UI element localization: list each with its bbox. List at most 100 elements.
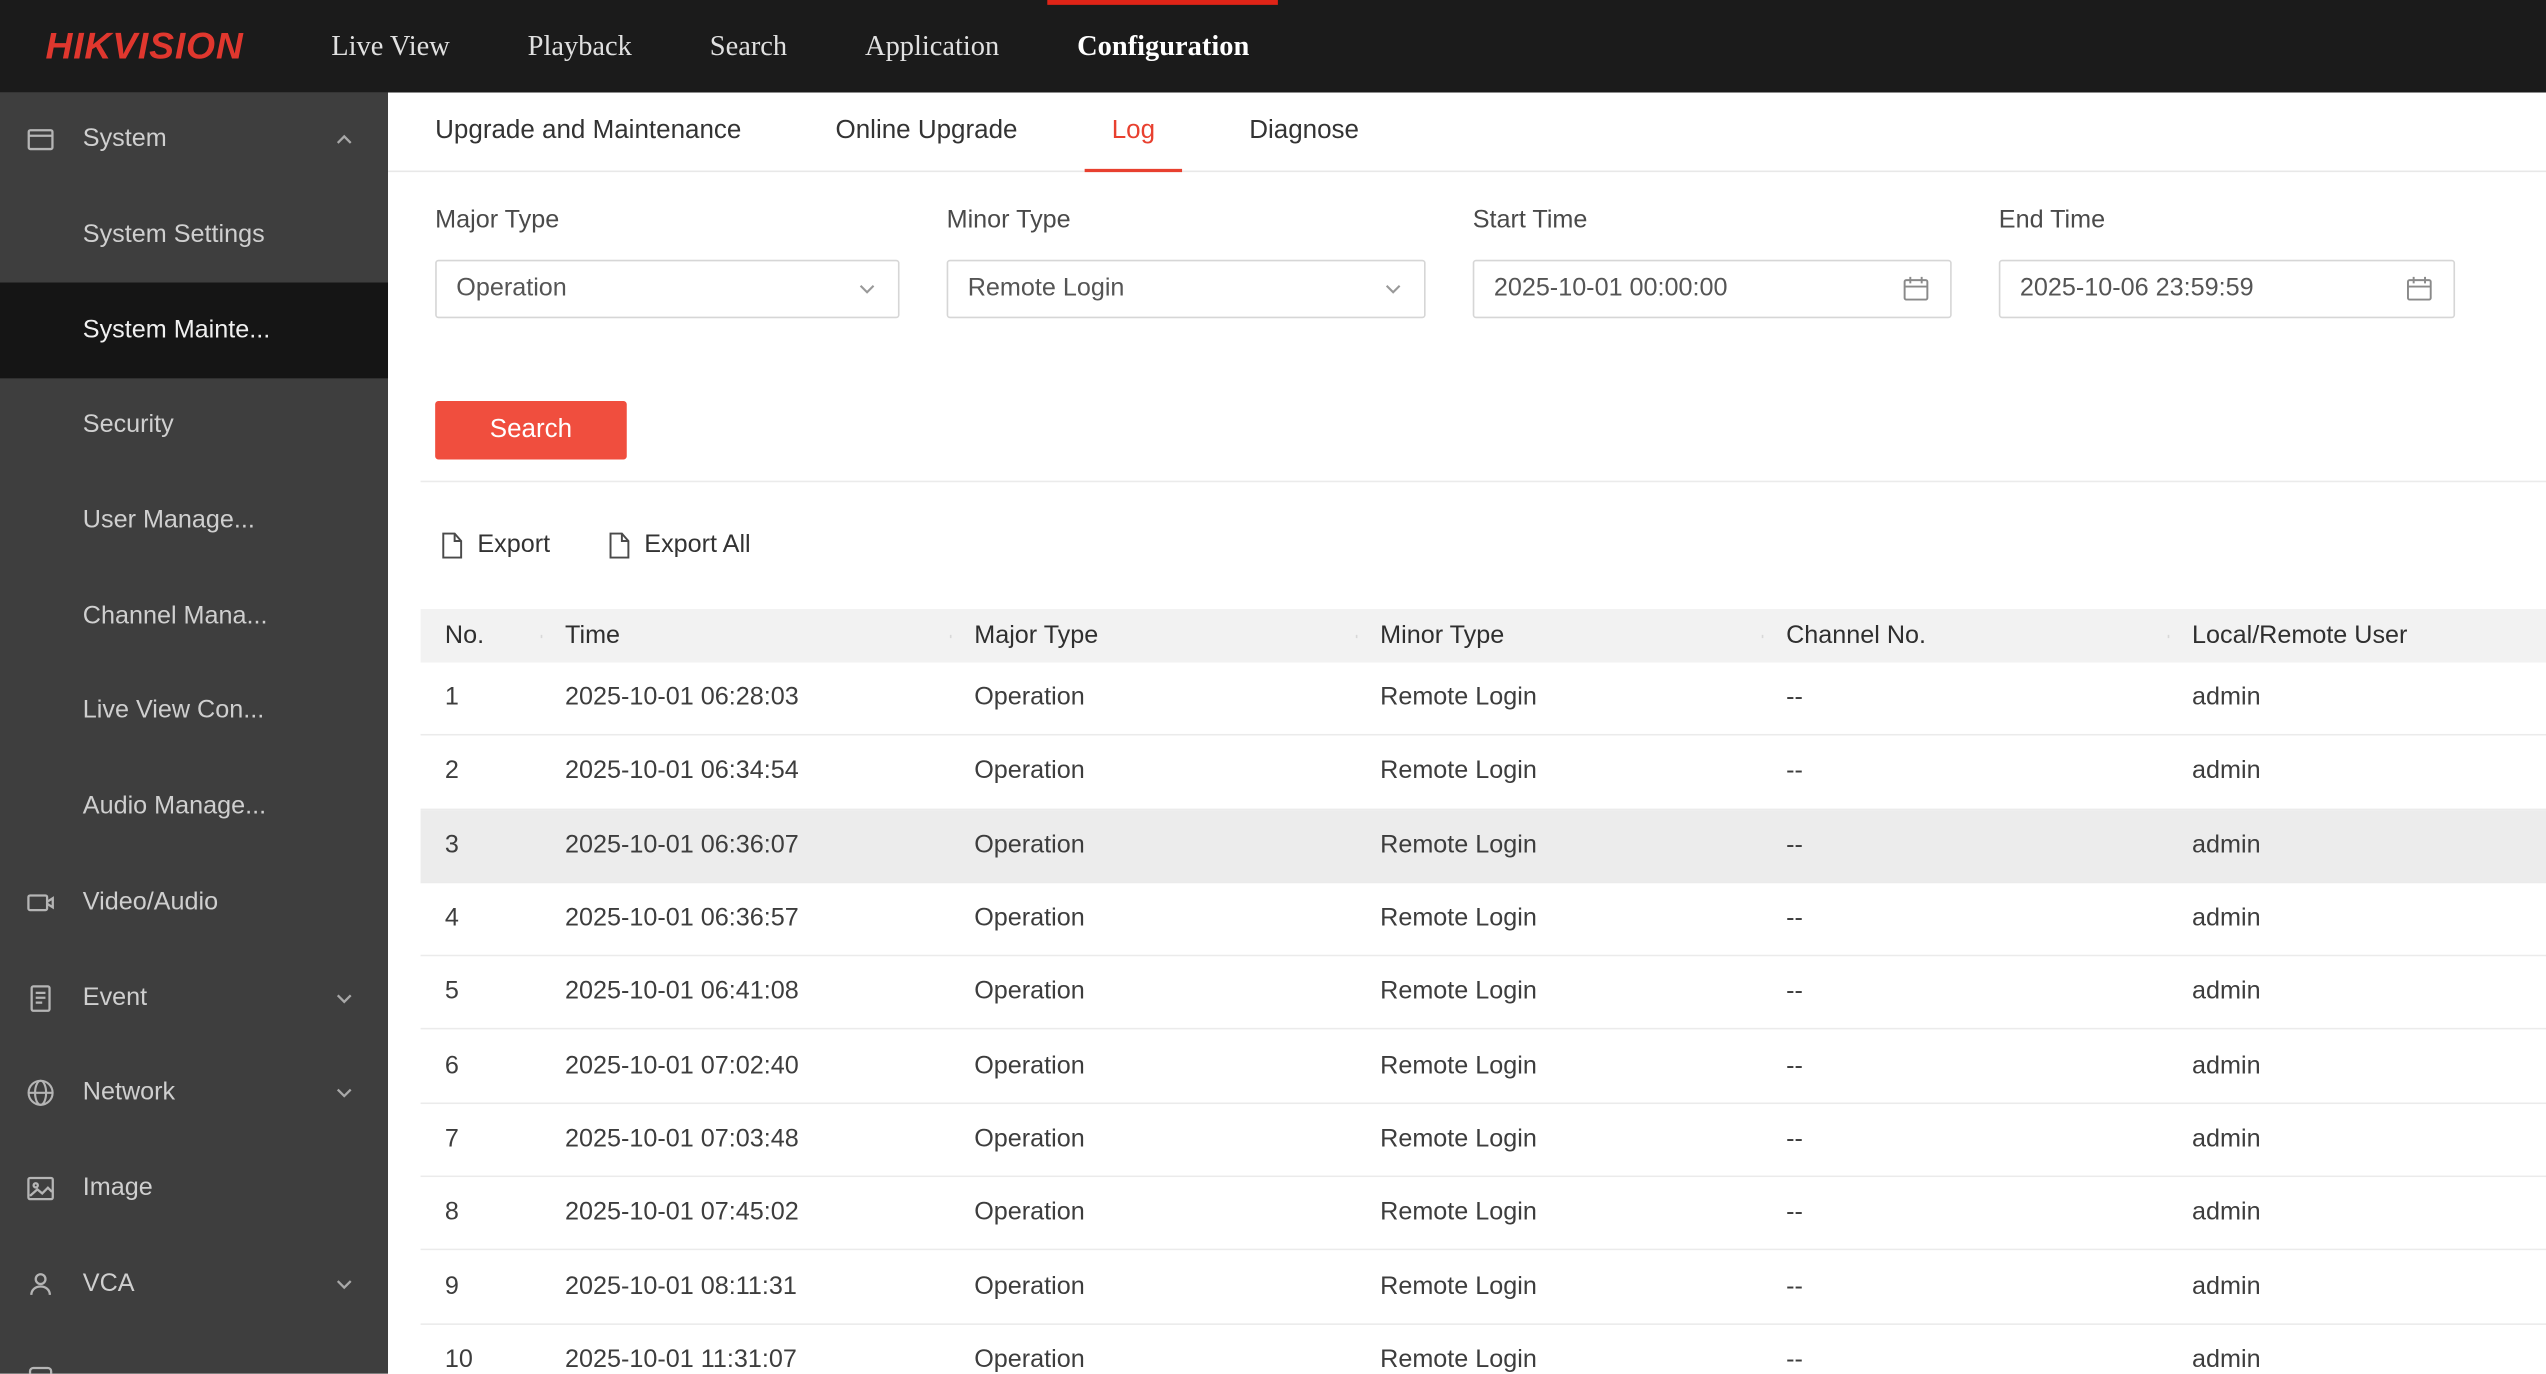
cell: Operation (974, 1198, 1085, 1227)
cell: 2025-10-01 06:28:03 (565, 683, 799, 712)
column-header-no: No. (444, 621, 485, 649)
table-row-1[interactable]: 1 2025-10-01 06:28:03 Operation Remote Logi… (420, 662, 2546, 737)
sidebar-item-label: Network (82, 1078, 176, 1107)
chevron-down-icon (856, 278, 879, 301)
tab-online-upgrade[interactable]: Online Upgrade (808, 93, 1045, 171)
export-all-button[interactable]: Export All (605, 531, 751, 560)
cell: 2025-10-01 06:36:07 (565, 830, 799, 859)
cell: Operation (974, 1272, 1085, 1300)
tab-upgrade-and-maintenance[interactable]: Upgrade and Maintenance (408, 93, 769, 171)
cell: 2025-10-01 07:02:40 (565, 1051, 799, 1080)
start-time-input[interactable]: 2025-10-01 00:00:00 (1472, 259, 1952, 319)
chevron-down-icon (333, 1082, 356, 1105)
cell: Operation (974, 683, 1085, 712)
table-row-2[interactable]: 2 2025-10-01 06:34:54 Operation Remote Logi… (420, 736, 2546, 810)
cell: -- (1786, 904, 1803, 933)
export-row: Export Export All (438, 526, 805, 565)
table-row-9[interactable]: 9 2025-10-01 08:11:31 Operation Remote Logi… (420, 1250, 2546, 1325)
table-row-5[interactable]: 5 2025-10-01 06:41:08 Operation Remote Logi… (420, 956, 2546, 1031)
sidebar-item-label: Event (82, 983, 148, 1011)
sidebar-item-cutoff[interactable] (0, 1331, 388, 1374)
chevron-down-icon (1382, 278, 1405, 301)
topnav-item-application[interactable]: Application (826, 0, 1038, 93)
sidebar-item-label: Video/Audio (82, 887, 219, 916)
search-button[interactable]: Search (435, 401, 627, 460)
major-type-select[interactable]: Operation (435, 259, 900, 319)
cell: -- (1786, 1198, 1803, 1227)
end-time-label: End Time (1998, 206, 2106, 234)
cell: 5 (444, 978, 459, 1006)
sidebar-item-label: Channel Mana... (82, 602, 268, 630)
sidebar-item-label: Live View Con... (82, 697, 265, 725)
cell: Operation (974, 1345, 1085, 1374)
sidebar-item-video-audio[interactable]: Video/Audio (0, 855, 388, 950)
topnav-item-search[interactable]: Search (671, 0, 826, 93)
sidebar-item-event[interactable]: Event (0, 950, 388, 1045)
sidebar-item-system-mainte[interactable]: System Mainte... (0, 283, 389, 379)
sidebar-item-security[interactable]: Security (0, 378, 388, 473)
sidebar-item-audio-manage[interactable]: Audio Manage... (0, 760, 388, 855)
end-time-input[interactable]: 2025-10-06 23:59:59 (1998, 259, 2456, 319)
topnav-item-configuration[interactable]: Configuration (1038, 0, 1288, 93)
table-row-8[interactable]: 8 2025-10-01 07:45:02 Operation Remote Logi… (420, 1177, 2546, 1251)
major-type-label: Major Type (435, 206, 560, 234)
cell: 2025-10-01 08:11:31 (565, 1272, 797, 1300)
cell: -- (1786, 1051, 1803, 1080)
cell: admin (2192, 1051, 2261, 1080)
cell: admin (2192, 830, 2261, 859)
sidebar-item-user-manage[interactable]: User Manage... (0, 474, 388, 569)
filters: Major Type Operation Minor Type Remote L… (435, 206, 2456, 319)
sidebar-item-system[interactable]: System (0, 93, 388, 188)
sidebar-item-label: System (82, 125, 167, 154)
cell: 10 (444, 1345, 473, 1374)
cell: Remote Login (1380, 1345, 1537, 1374)
table-row-4[interactable]: 4 2025-10-01 06:36:57 Operation Remote Logi… (420, 883, 2546, 957)
topnav: Live View Playback Search Application Config… (292, 0, 1288, 93)
table-row-7[interactable]: 7 2025-10-01 07:03:48 Operation Remote Logi… (420, 1103, 2546, 1178)
column-header-time: Time (540, 621, 950, 650)
tab-log[interactable]: Log (1084, 93, 1183, 173)
cell: 2025-10-01 06:36:57 (565, 904, 799, 933)
topnav-item-live-view[interactable]: Live View (292, 0, 488, 93)
sidebar-item-channel-mana[interactable]: Channel Mana... (0, 569, 388, 664)
video-audio-icon (24, 886, 56, 918)
sidebar-item-label: Image (82, 1173, 153, 1202)
table-row-6[interactable]: 6 2025-10-01 07:02:40 Operation Remote Logi… (420, 1030, 2546, 1104)
calendar-icon (1901, 274, 1930, 303)
cell: Remote Login (1380, 904, 1537, 933)
export-button[interactable]: Export (438, 531, 550, 560)
cell: 3 (444, 830, 459, 859)
chevron-down-icon (333, 986, 356, 1009)
column-header-local-remote-user: Local/Remote User (2167, 621, 2546, 650)
sidebar-item-network[interactable]: Network (0, 1045, 388, 1140)
cell: 1 (444, 683, 459, 712)
minor-type-select[interactable]: Remote Login (946, 259, 1426, 319)
sidebar-item-label: VCA (82, 1269, 135, 1297)
chevron-up-icon (333, 129, 356, 152)
end-time-filter: End Time 2025-10-06 23:59:59 (1998, 206, 2456, 319)
cell: Operation (974, 978, 1085, 1006)
cell: 2025-10-01 07:45:02 (565, 1198, 799, 1227)
column-header-major-type: Major Type (949, 621, 1356, 650)
network-icon (24, 1077, 56, 1109)
cell: 4 (444, 904, 459, 933)
cell: admin (2192, 683, 2261, 712)
sidebar-item-vca[interactable]: VCA (0, 1236, 388, 1331)
system-icon (24, 124, 56, 156)
cell: Operation (974, 1125, 1085, 1153)
table-row-10[interactable]: 10 2025-10-01 11:31:07 Operation Remote Log… (420, 1324, 2546, 1374)
cell: admin (2192, 904, 2261, 933)
cell: Operation (974, 757, 1085, 785)
start-time-filter: Start Time 2025-10-01 00:00:00 (1472, 206, 1952, 319)
table-row-3[interactable]: 3 2025-10-01 06:36:07 Operation Remote Logi… (420, 809, 2546, 884)
topnav-item-playback[interactable]: Playback (489, 0, 671, 93)
sidebar-item-image[interactable]: Image (0, 1141, 388, 1236)
sidebar-item-label: System Settings (82, 220, 265, 249)
cell: Remote Login (1380, 978, 1537, 1006)
cell: Remote Login (1380, 1125, 1537, 1153)
tab-diagnose[interactable]: Diagnose (1222, 93, 1387, 171)
sidebar-item-live-view-con[interactable]: Live View Con... (0, 664, 388, 759)
minor-type-value: Remote Login (967, 274, 1125, 303)
chevron-down-icon (333, 1272, 356, 1295)
sidebar-item-system-settings[interactable]: System Settings (0, 188, 388, 283)
